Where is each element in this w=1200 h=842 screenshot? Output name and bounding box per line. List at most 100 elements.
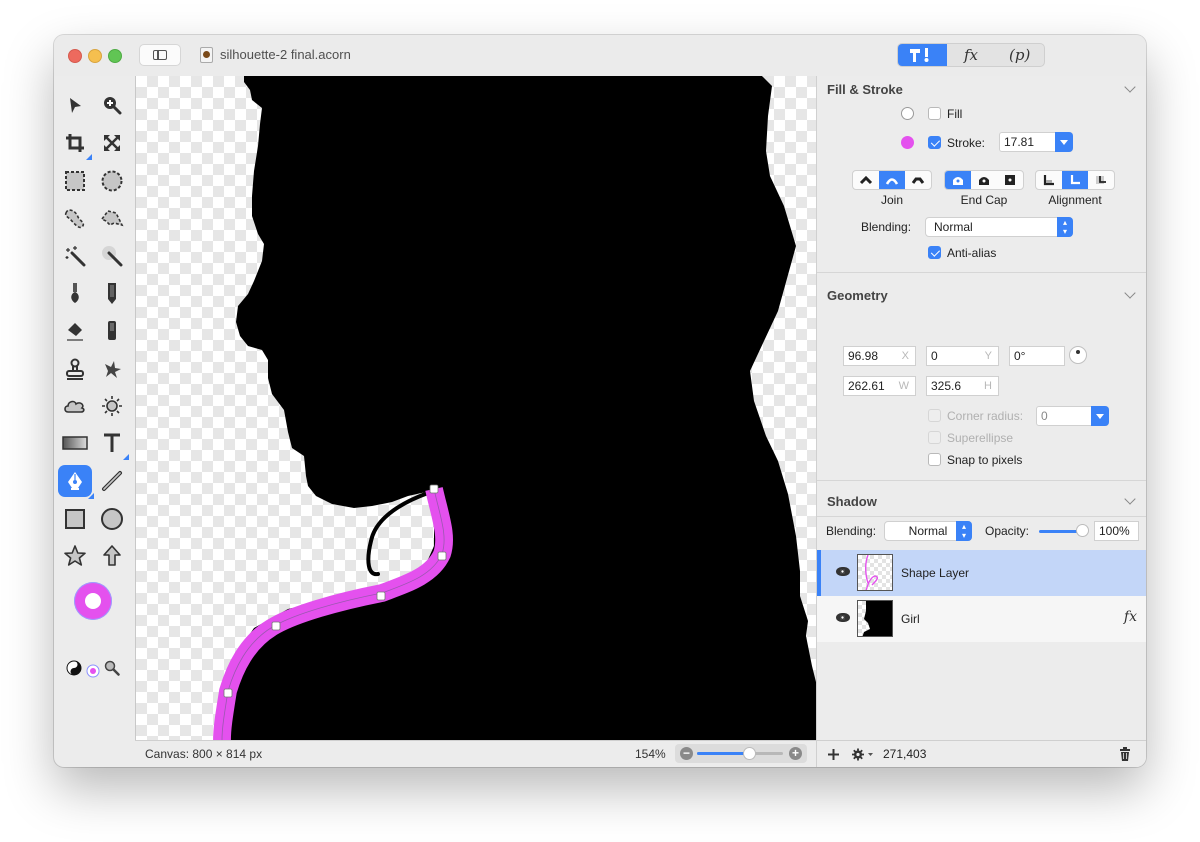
clone-stamp-tool[interactable] <box>60 354 90 384</box>
bezier-pen-tool[interactable] <box>58 465 94 499</box>
smudge-tool[interactable] <box>97 316 127 346</box>
fill-stroke-indicator-icon[interactable] <box>86 664 100 678</box>
snap-to-pixels-checkbox[interactable] <box>928 453 941 466</box>
fill-color-swatch[interactable] <box>901 107 914 120</box>
tab-tools[interactable] <box>898 44 947 66</box>
width-value: 262.61 <box>848 379 885 393</box>
instant-alpha-tool[interactable] <box>97 241 127 271</box>
arrow-shape-tool[interactable] <box>97 541 127 571</box>
corner-radius-checkbox[interactable] <box>928 409 941 422</box>
brush-tool[interactable] <box>60 278 90 308</box>
y-value: 0 <box>931 349 938 363</box>
rect-select-tool[interactable] <box>60 166 90 196</box>
zoom-slider[interactable] <box>697 748 783 759</box>
zoom-out-button[interactable]: − <box>680 747 693 760</box>
opacity-field[interactable]: 100% <box>1094 521 1139 541</box>
tab-fx[interactable]: fx <box>947 44 996 66</box>
pencil-tool[interactable] <box>97 278 127 308</box>
corner-radius-dropdown-button[interactable] <box>1091 406 1109 426</box>
join-round-button[interactable] <box>879 171 905 189</box>
eye-icon[interactable] <box>836 567 850 576</box>
gradient-icon <box>62 436 88 450</box>
app-window: silhouette-2 final.acorn fx (p) Canvas: … <box>54 35 1146 767</box>
join-miter-button[interactable] <box>853 171 879 189</box>
tab-properties[interactable]: (p) <box>995 44 1044 66</box>
y-field[interactable]: 0Y <box>926 346 999 366</box>
anchor-point[interactable] <box>437 551 447 561</box>
close-button[interactable] <box>68 49 82 63</box>
corner-radius-field[interactable]: 0 <box>1036 406 1109 426</box>
anchor-point[interactable] <box>223 688 233 698</box>
crop-tool[interactable] <box>60 128 92 160</box>
layer-row[interactable]: Girl fx <box>817 596 1146 642</box>
sidebar-icon <box>153 50 167 60</box>
alignment-outside-button[interactable] <box>1088 171 1114 189</box>
height-field[interactable]: 325.6 H <box>926 376 999 396</box>
anchor-point[interactable] <box>429 484 439 494</box>
eraser-tool[interactable] <box>60 316 90 346</box>
transform-tool[interactable] <box>97 128 127 158</box>
zoom-in-button[interactable]: + <box>789 747 802 760</box>
oval-tool[interactable] <box>97 504 127 534</box>
magic-wand-tool[interactable] <box>60 241 90 271</box>
width-field[interactable]: 262.61 W <box>843 376 916 396</box>
stroke-width-field[interactable]: 17.81 <box>999 132 1073 152</box>
pen-nib-icon <box>68 472 82 490</box>
stroke-color-swatch[interactable] <box>901 136 914 149</box>
fill-stroke-collapse-chevron-icon[interactable] <box>1124 81 1136 93</box>
shadow-collapse-chevron-icon[interactable] <box>1124 493 1136 505</box>
x-field[interactable]: 96.98 X <box>843 346 916 366</box>
stroke-color-well[interactable] <box>74 582 112 620</box>
anchor-point[interactable] <box>271 621 281 631</box>
alignment-inside-button[interactable] <box>1036 171 1062 189</box>
stroke-width-dropdown-button[interactable] <box>1055 132 1073 152</box>
rotation-field[interactable]: 0° <box>1009 346 1065 366</box>
alignment-center-button[interactable] <box>1062 171 1088 189</box>
endcap-round-button[interactable] <box>971 171 997 189</box>
gear-menu-icon[interactable] <box>851 747 875 762</box>
star-tool[interactable] <box>60 541 90 571</box>
geometry-collapse-chevron-icon[interactable] <box>1124 287 1136 299</box>
color-picker-magnifier-icon[interactable] <box>104 660 120 676</box>
eye-icon[interactable] <box>836 613 850 622</box>
up-arrow-icon <box>103 545 121 566</box>
polygon-lasso-tool[interactable] <box>97 203 127 233</box>
join-bevel-button[interactable] <box>905 171 931 189</box>
minimize-button[interactable] <box>88 49 102 63</box>
splatter-tool[interactable] <box>97 354 127 384</box>
fill-checkbox[interactable] <box>928 107 941 120</box>
lasso-tool[interactable] <box>60 203 90 233</box>
select-arrow-tool[interactable] <box>60 90 90 120</box>
cloud-tool[interactable] <box>60 391 90 421</box>
anchor-point[interactable] <box>376 591 386 601</box>
zoom-slider-knob[interactable] <box>743 748 755 759</box>
stroke-checkbox[interactable] <box>928 136 941 149</box>
brightness-tool[interactable] <box>97 391 127 421</box>
canvas-artwork[interactable] <box>136 76 817 740</box>
y-unit-label: Y <box>984 350 992 362</box>
blending-select[interactable]: Normal ▴ ▾ <box>925 217 1073 237</box>
line-tool[interactable] <box>97 466 127 496</box>
rectangle-tool[interactable] <box>60 504 90 534</box>
zoom-control: − + <box>675 744 807 763</box>
layer-fx-badge[interactable]: fx <box>1124 609 1137 625</box>
toggle-sidebar-button[interactable] <box>139 44 181 66</box>
submenu-indicator-icon <box>88 493 94 499</box>
rotation-knob[interactable] <box>1069 346 1087 364</box>
zoom-tool[interactable] <box>97 90 127 120</box>
ellipse-select-tool[interactable] <box>97 166 127 196</box>
plus-icon[interactable] <box>827 748 840 761</box>
canvas-area[interactable] <box>135 76 817 740</box>
opacity-slider-knob[interactable] <box>1077 525 1088 536</box>
zoom-window-button[interactable] <box>108 49 122 63</box>
endcap-butt-button[interactable] <box>945 171 971 189</box>
layer-blending-select[interactable]: Normal ▴ ▾ <box>884 521 972 541</box>
swap-colors-icon[interactable] <box>66 660 82 676</box>
trash-icon[interactable] <box>1119 747 1131 761</box>
superellipse-checkbox[interactable] <box>928 431 941 444</box>
layer-row[interactable]: Shape Layer <box>817 550 1146 596</box>
endcap-square-button[interactable] <box>997 171 1023 189</box>
antialias-checkbox[interactable] <box>928 246 941 259</box>
text-tool[interactable] <box>97 428 129 460</box>
gradient-tool[interactable] <box>60 428 90 458</box>
